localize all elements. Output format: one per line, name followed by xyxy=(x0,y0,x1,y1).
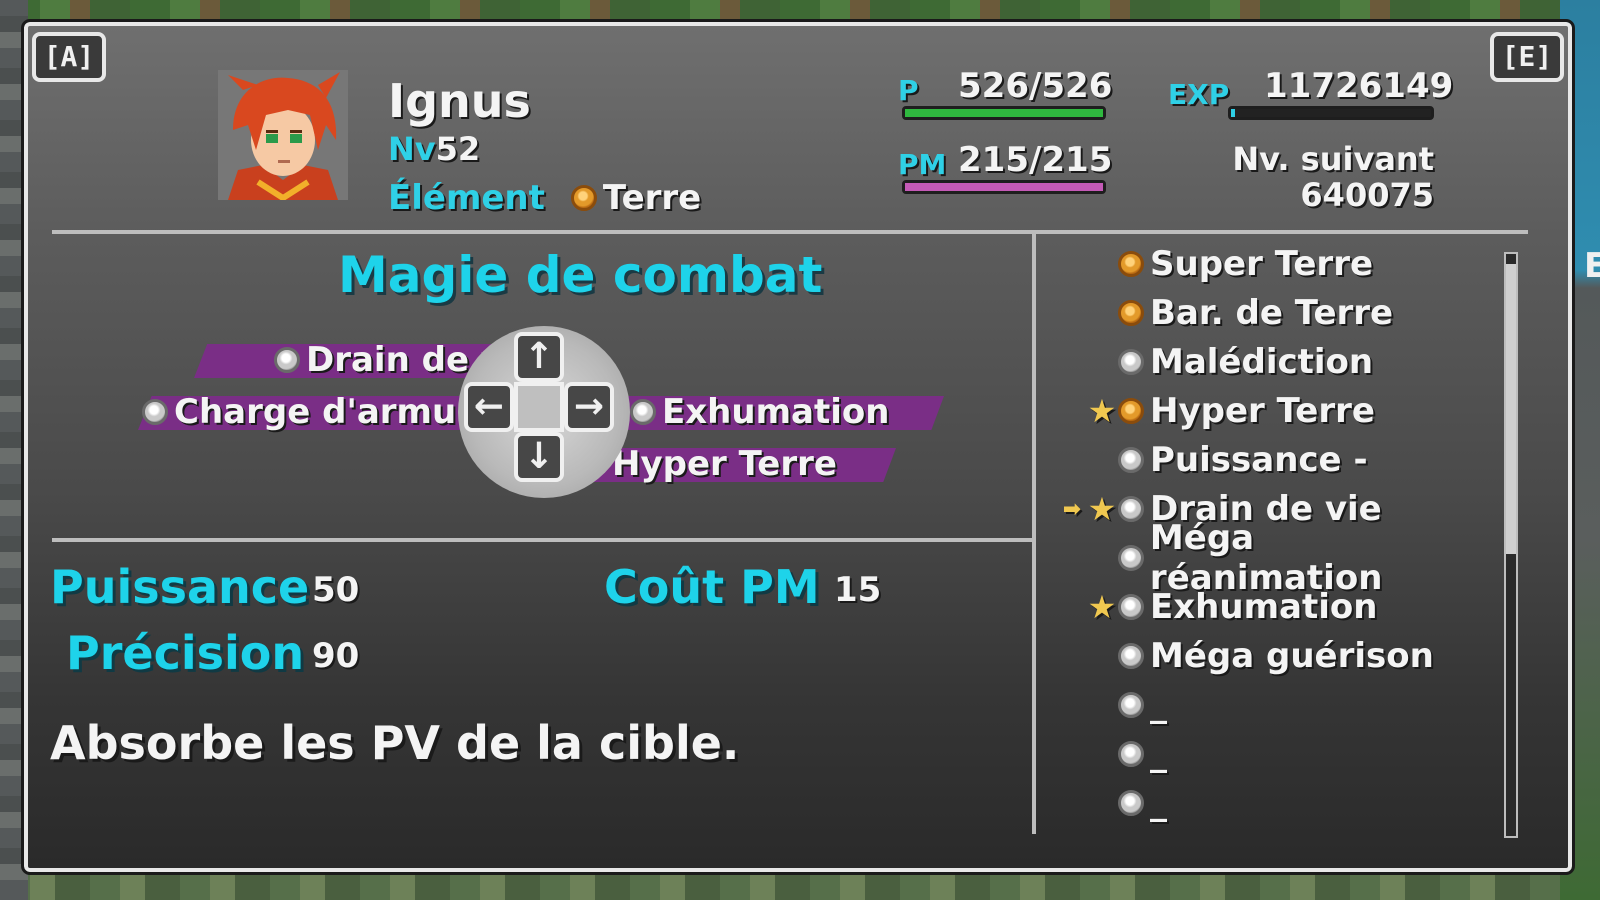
character-level: Nv52 xyxy=(388,130,480,168)
star-icon: ★ xyxy=(1087,490,1117,528)
neutral-orb-icon xyxy=(1118,349,1144,375)
power-value: 50 xyxy=(312,570,360,610)
skill-label: Hyper Terre xyxy=(1150,391,1375,431)
dpad-down-arrow-icon[interactable]: ↓ xyxy=(514,432,564,482)
neutral-orb-icon xyxy=(1117,545,1144,571)
slot-right[interactable]: Exhumation xyxy=(630,392,890,432)
star-icon: ★ xyxy=(1087,392,1117,430)
next-level-value: 640075 xyxy=(1300,176,1434,214)
slot-left-label: Charge d'armure xyxy=(174,392,497,432)
skill-label: Méga réanimation xyxy=(1149,518,1383,598)
level-label: Nv xyxy=(388,130,436,168)
skill-list-item[interactable]: Bar. de Terre xyxy=(1058,293,1498,333)
header-divider xyxy=(52,230,1528,234)
dpad-up-arrow-icon[interactable]: ↑ xyxy=(514,332,564,382)
earth-orb-icon xyxy=(1118,251,1144,277)
neutral-orb-icon xyxy=(1118,447,1144,473)
pm-label: PM xyxy=(898,148,947,181)
skill-label: Malédiction xyxy=(1150,342,1374,382)
pm-bar-fill xyxy=(905,183,1103,191)
pm-value: 215/215 xyxy=(958,140,1113,180)
dpad-right-arrow-icon[interactable]: → xyxy=(564,382,614,432)
next-character-button[interactable]: [E] xyxy=(1490,32,1564,82)
skill-label: _ xyxy=(1150,734,1167,774)
star-icon: ★ xyxy=(1087,588,1117,626)
column-divider xyxy=(1032,234,1036,834)
next-level-label: Nv. suivant xyxy=(1232,140,1434,178)
skill-list-item[interactable]: Malédiction xyxy=(1058,342,1498,382)
neutral-orb-icon xyxy=(1118,594,1144,620)
mp-cost-value: 15 xyxy=(834,570,882,610)
skill-label: _ xyxy=(1150,685,1167,725)
skill-list-item[interactable]: ★ Exhumation xyxy=(1058,587,1498,627)
neutral-orb-icon xyxy=(630,399,656,425)
neutral-orb-icon xyxy=(1118,643,1144,669)
neutral-orb-icon xyxy=(1118,692,1144,718)
skill-label: Super Terre xyxy=(1150,244,1374,284)
skill-list-scrollbar[interactable] xyxy=(1504,252,1518,838)
neutral-orb-icon xyxy=(142,399,168,425)
pm-bar xyxy=(902,180,1106,194)
skill-list-item[interactable]: _ xyxy=(1058,685,1498,725)
slot-left[interactable]: Charge d'armure xyxy=(142,392,497,432)
background-letter: E xyxy=(1584,246,1600,286)
accuracy-value: 90 xyxy=(312,636,360,676)
character-name: Ignus xyxy=(388,74,531,128)
dpad-left-arrow-icon[interactable]: ← xyxy=(464,382,514,432)
map-background-bottom xyxy=(0,870,1600,900)
magic-menu-panel: [A] [E] Ignus Nv52 Élément Terre P 526/5… xyxy=(21,19,1575,875)
power-label: Puissance xyxy=(50,560,310,614)
skill-list-item[interactable]: ★ Hyper Terre xyxy=(1058,391,1498,431)
accuracy-label: Précision xyxy=(66,626,305,680)
character-portrait xyxy=(218,70,348,200)
hp-value: 526/526 xyxy=(958,66,1113,106)
portrait-image xyxy=(218,70,348,200)
skill-label: Bar. de Terre xyxy=(1150,293,1394,333)
element-value: Terre xyxy=(602,178,702,218)
element-label: Élément xyxy=(388,178,545,218)
skill-label: Exhumation xyxy=(1150,587,1378,627)
neutral-orb-icon xyxy=(1118,496,1144,522)
neutral-orb-icon xyxy=(1118,741,1144,767)
hp-label: P xyxy=(898,74,919,107)
skill-label: _ xyxy=(1150,783,1167,823)
magic-section-title: Magie de combat xyxy=(338,246,823,304)
earth-orb-icon xyxy=(570,185,597,211)
neutral-orb-icon xyxy=(274,347,300,373)
details-divider xyxy=(52,538,1034,542)
selection-cursor-icon: ➡ xyxy=(1062,496,1082,522)
skill-list-item[interactable]: Puissance - xyxy=(1058,440,1498,480)
exp-label: EXP xyxy=(1168,78,1230,111)
neutral-orb-icon xyxy=(1118,790,1144,816)
mp-cost-label: Coût PM xyxy=(604,560,820,614)
skill-list-item[interactable]: Méga guérison xyxy=(1058,636,1498,676)
hp-bar-fill xyxy=(905,109,1103,117)
slot-down-label: Hyper Terre xyxy=(612,444,837,484)
skill-list-item[interactable]: _ xyxy=(1058,734,1498,774)
skill-label: Puissance - xyxy=(1150,440,1368,480)
earth-orb-icon xyxy=(1118,300,1144,326)
exp-bar-fill xyxy=(1231,109,1235,117)
skill-list-item[interactable]: Super Terre xyxy=(1058,244,1498,284)
character-element: Élément Terre xyxy=(388,178,701,218)
exp-bar xyxy=(1228,106,1434,120)
scrollbar-thumb[interactable] xyxy=(1506,264,1516,554)
dpad-center xyxy=(514,382,564,432)
level-value: 52 xyxy=(435,130,481,168)
earth-orb-icon xyxy=(1118,398,1144,424)
slot-right-label: Exhumation xyxy=(662,392,890,432)
exp-value: 11726149 xyxy=(1264,66,1454,106)
skill-label: Méga guérison xyxy=(1150,636,1434,676)
skill-list-item[interactable]: Méga réanimation xyxy=(1058,518,1498,598)
skill-list-item[interactable]: _ xyxy=(1058,783,1498,823)
prev-character-button[interactable]: [A] xyxy=(32,32,106,82)
skill-description: Absorbe les PV de la cible. xyxy=(50,716,740,770)
hp-bar xyxy=(902,106,1106,120)
